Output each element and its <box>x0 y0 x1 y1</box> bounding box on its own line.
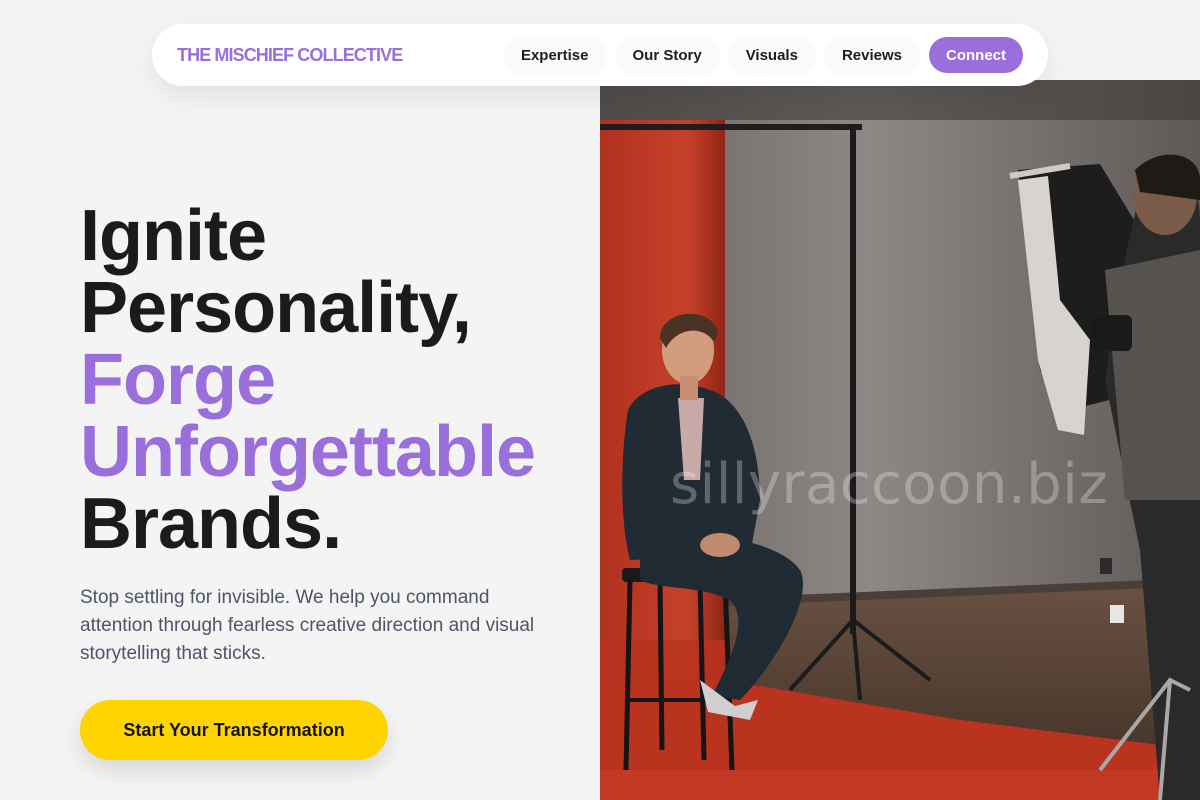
headline-line-5: Brands. <box>80 484 342 564</box>
nav-link-reviews[interactable]: Reviews <box>824 37 919 73</box>
hero-subcopy: Stop settling for invisible. We help you… <box>80 587 535 664</box>
watermark-text: sillyraccoon.biz <box>670 452 1109 517</box>
connect-button[interactable]: Connect <box>929 37 1023 73</box>
hero-photo: sillyraccoon.biz <box>600 80 1200 800</box>
hero-headline: Ignite Personality, Forge Unforgettable … <box>80 200 600 560</box>
start-transformation-button[interactable]: Start Your Transformation <box>80 700 388 760</box>
nav-link-our-story[interactable]: Our Story <box>615 37 719 73</box>
brand-logo[interactable]: THE MISCHIEF COLLECTIVE <box>177 45 403 66</box>
top-nav: THE MISCHIEF COLLECTIVE Expertise Our St… <box>152 24 1048 86</box>
studio-scene-illustration <box>600 80 1200 800</box>
nav-link-visuals[interactable]: Visuals <box>728 37 815 73</box>
headline-line-3: Forge <box>80 340 276 420</box>
nav-links: Expertise Our Story Visuals Reviews Conn… <box>503 37 1023 73</box>
headline-line-1: Ignite <box>80 196 267 276</box>
nav-link-expertise[interactable]: Expertise <box>503 37 606 73</box>
headline-line-4: Unforgettable <box>80 412 536 492</box>
headline-line-2: Personality, <box>80 268 472 348</box>
